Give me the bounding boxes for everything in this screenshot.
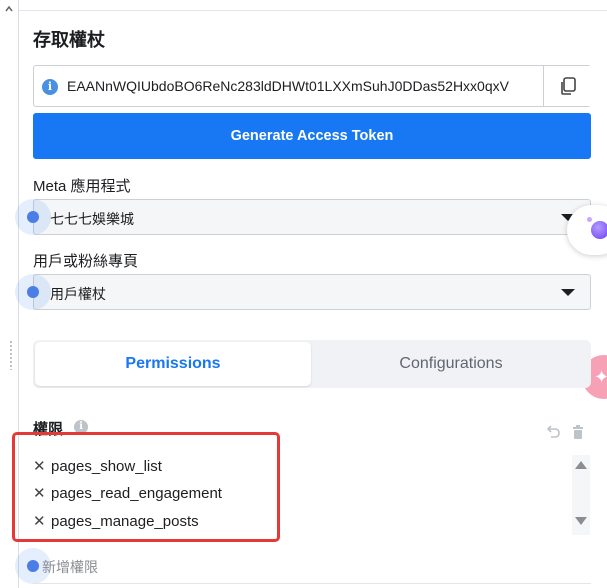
section-title: 存取權杖 (33, 30, 105, 50)
meta-app-selected: 七七七娛樂城 (50, 211, 134, 227)
copy-icon (561, 77, 576, 95)
access-token-field[interactable]: i EAANnWQIUbdoBO6ReNc283ldDHWt01LXXmSuhJ… (33, 65, 591, 107)
undo-icon[interactable] (545, 424, 561, 440)
trash-icon[interactable] (570, 424, 586, 440)
assistant-button[interactable] (567, 205, 607, 255)
meta-app-label: Meta 應用程式 (33, 178, 131, 195)
top-divider (19, 10, 607, 11)
cursor-indicator (15, 199, 51, 235)
add-permission-divider (33, 583, 591, 584)
user-or-page-label: 用戶或粉絲專頁 (33, 253, 139, 270)
access-token-value[interactable]: EAANnWQIUbdoBO6ReNc283ldDHWt01LXXmSuhJ0D… (67, 78, 543, 94)
widget-glyph-icon: ✦ (594, 367, 607, 387)
copy-token-button[interactable] (543, 66, 591, 106)
collapse-arrow-icon[interactable] (4, 4, 14, 14)
scroll-up-icon[interactable] (575, 461, 587, 469)
sparkle-icon (587, 217, 592, 222)
cursor-indicator (15, 274, 51, 310)
drag-handle-icon[interactable] (9, 340, 13, 370)
info-icon: i (42, 79, 58, 95)
meta-app-select[interactable]: 七七七娛樂城 (33, 199, 591, 235)
chevron-down-icon (561, 289, 575, 296)
tab-configurations[interactable]: Configurations (313, 342, 589, 386)
generate-access-token-button[interactable]: Generate Access Token (33, 113, 591, 159)
add-permission-input[interactable]: 新增權限 (42, 557, 98, 577)
token-type-select[interactable]: 用戶權杖 (33, 274, 591, 310)
tab-bar: Permissions Configurations (33, 340, 591, 388)
highlight-annotation (12, 432, 280, 542)
scrollbar[interactable] (572, 455, 590, 535)
tab-permissions[interactable]: Permissions (35, 342, 311, 386)
scroll-down-icon[interactable] (575, 517, 587, 525)
token-type-selected: 用戶權杖 (50, 286, 106, 302)
assistant-orb-icon (591, 221, 607, 239)
